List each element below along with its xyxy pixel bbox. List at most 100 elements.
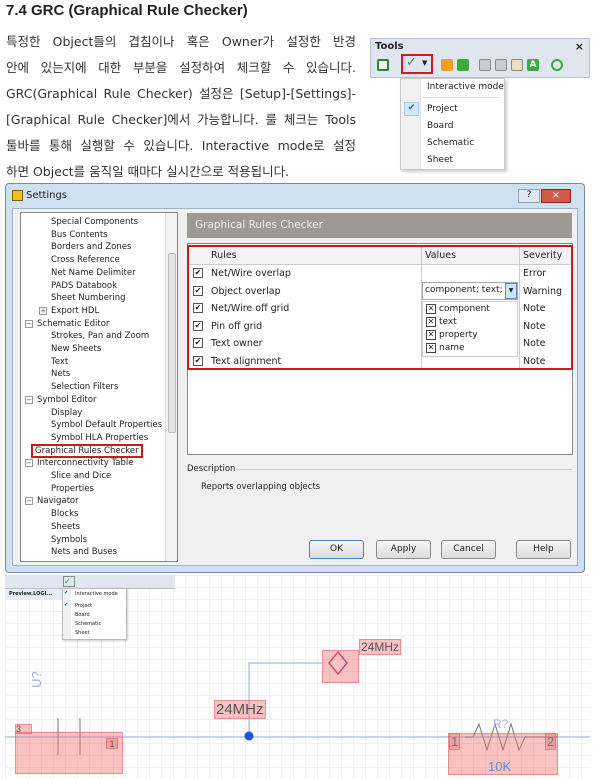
tree-item[interactable]: Symbol HLA Properties	[51, 433, 148, 443]
tree-item[interactable]: Navigator	[37, 496, 79, 506]
tree-item[interactable]: Text	[51, 357, 68, 367]
toolbar-title: Tools	[375, 41, 404, 52]
tree-item[interactable]: Strokes, Pan and Zoom	[51, 331, 149, 341]
menu-item-sheet[interactable]: Sheet	[427, 155, 453, 165]
checkbox-x-icon[interactable]: ✕	[426, 317, 436, 327]
value-option[interactable]: ✕ component	[426, 304, 490, 314]
apply-button[interactable]: Apply	[376, 540, 431, 559]
tree-item[interactable]: Blocks	[51, 509, 78, 519]
scrollbar-thumb[interactable]	[168, 253, 176, 433]
edit-icon[interactable]	[511, 59, 523, 71]
cancel-button[interactable]: Cancel	[441, 540, 496, 559]
component-ref: U?	[28, 671, 44, 688]
values-combobox[interactable]: component; text; pr ▼	[422, 282, 518, 300]
tree-item[interactable]: Graphical Rules Checker	[31, 443, 143, 458]
port-label[interactable]: 24MHz	[359, 639, 402, 655]
menu-item-board[interactable]: Board	[75, 612, 90, 618]
tree-item[interactable]: Export HDL	[51, 306, 99, 316]
tree-item[interactable]: Borders and Zones	[51, 242, 131, 252]
tree-item[interactable]: Sheet Numbering	[51, 293, 126, 303]
net-label[interactable]: 24MHz	[214, 700, 266, 719]
tree-item[interactable]: Slice and Dice	[51, 471, 111, 481]
junction-dot[interactable]	[244, 731, 254, 741]
document-tab[interactable]: Preview.LOGI...	[5, 589, 67, 600]
text-a-icon[interactable]: A	[527, 59, 539, 71]
close-icon[interactable]: ×	[575, 40, 584, 53]
port-highlight[interactable]	[322, 650, 359, 683]
collapse-icon[interactable]: −	[25, 395, 33, 404]
tree-item[interactable]: Symbol Editor	[37, 395, 97, 405]
check-icon[interactable]	[377, 59, 389, 71]
close-button[interactable]: ×	[541, 189, 571, 203]
settings-tree[interactable]: Special Components Bus Contents Borders an…	[20, 212, 178, 562]
document-icon[interactable]	[479, 59, 491, 71]
rule-severity[interactable]: Warning	[523, 286, 562, 297]
value-option[interactable]: ✕ text	[426, 317, 457, 327]
checkbox-x-icon[interactable]: ✕	[426, 330, 436, 340]
tree-item[interactable]: PADS Databook	[51, 281, 117, 291]
tree-item[interactable]: Properties	[51, 484, 94, 494]
rule-checkbox[interactable]: ✔	[193, 338, 203, 348]
refresh-icon[interactable]	[457, 59, 469, 71]
tree-item[interactable]: Nets and Buses	[51, 547, 117, 557]
grc-icon[interactable]: ✓	[63, 576, 75, 587]
collapse-icon[interactable]: −	[25, 459, 33, 468]
checkbox-x-icon[interactable]: ✕	[426, 304, 436, 314]
tree-item[interactable]: Bus Contents	[51, 230, 108, 240]
tree-item[interactable]: Nets	[51, 369, 70, 379]
undo-icon[interactable]	[551, 59, 563, 71]
description-label: Description	[187, 464, 236, 474]
tools-toolbar: Tools × ✓ ▼ A	[370, 38, 590, 78]
grc-dropdown-button[interactable]: ✓ ▼	[401, 54, 433, 74]
panel-title: Graphical Rules Checker	[187, 213, 572, 238]
chevron-down-icon[interactable]: ▼	[505, 283, 517, 299]
menu-item-interactive-mode[interactable]: Interactive mode	[427, 82, 504, 92]
values-dropdown: ✕ component ✕ text ✕ property ✕ name	[422, 301, 518, 357]
rule-severity[interactable]: Note	[523, 338, 546, 349]
rule-severity[interactable]: Note	[523, 303, 546, 314]
help-button[interactable]: Help	[516, 540, 571, 559]
menu-item-schematic[interactable]: Schematic	[427, 138, 474, 148]
tree-item[interactable]: New Sheets	[51, 344, 101, 354]
paragraph-line: 특정한 Object들의 겹침이나 혹은 Owner가 설정한 반경	[6, 34, 356, 49]
help-button[interactable]: ?	[518, 189, 540, 203]
tree-item[interactable]: Symbol Default Properties	[51, 420, 162, 430]
table-row[interactable]: ✔ Net/Wire overlap Error	[189, 265, 571, 283]
rule-checkbox[interactable]: ✔	[193, 320, 203, 331]
tree-item[interactable]: Special Components	[51, 217, 138, 227]
tree-item[interactable]: Symbols	[51, 535, 87, 545]
menu-item-project[interactable]: Project	[427, 104, 458, 114]
rule-checkbox[interactable]: ✔	[193, 268, 203, 278]
table-icon[interactable]	[495, 59, 507, 71]
column-header-values[interactable]: Values	[425, 250, 456, 261]
rule-checkbox[interactable]: ✔	[193, 303, 203, 313]
component-icon[interactable]	[441, 59, 453, 71]
tree-item[interactable]: Selection Filters	[51, 382, 118, 392]
value-option[interactable]: ✕ name	[426, 343, 465, 353]
column-header-severity[interactable]: Severity	[523, 250, 562, 261]
rule-severity[interactable]: Note	[523, 321, 546, 332]
expand-icon[interactable]: +	[39, 306, 47, 315]
cap-pin-left: 3	[15, 724, 32, 734]
ok-button[interactable]: OK	[309, 540, 364, 559]
rule-severity[interactable]: Error	[523, 268, 546, 279]
dialog-title: Settings	[26, 190, 68, 201]
tree-item[interactable]: Interconnectivity Table	[37, 458, 133, 468]
rule-checkbox[interactable]: ✔	[193, 285, 203, 296]
collapse-icon[interactable]: −	[25, 319, 33, 328]
tree-scrollbar[interactable]	[165, 213, 177, 561]
tree-item[interactable]: Schematic Editor	[37, 319, 109, 329]
menu-item-project[interactable]: Project	[75, 603, 92, 609]
menu-item-board[interactable]: Board	[427, 121, 453, 131]
tree-item[interactable]: Sheets	[51, 522, 80, 532]
menu-item-interactive-mode[interactable]: Interactive mode	[75, 591, 118, 597]
checkbox-x-icon[interactable]: ✕	[426, 343, 436, 353]
tree-item[interactable]: Net Name Delimiter	[51, 268, 136, 278]
rule-checkbox[interactable]: ✔	[193, 355, 203, 366]
tree-item[interactable]: Cross Reference	[51, 255, 120, 265]
tree-item[interactable]: Display	[51, 408, 82, 418]
value-option[interactable]: ✕ property	[426, 330, 478, 340]
rule-severity[interactable]: Note	[523, 356, 546, 367]
column-header-rules[interactable]: Rules	[211, 250, 237, 261]
collapse-icon[interactable]: −	[25, 497, 33, 506]
